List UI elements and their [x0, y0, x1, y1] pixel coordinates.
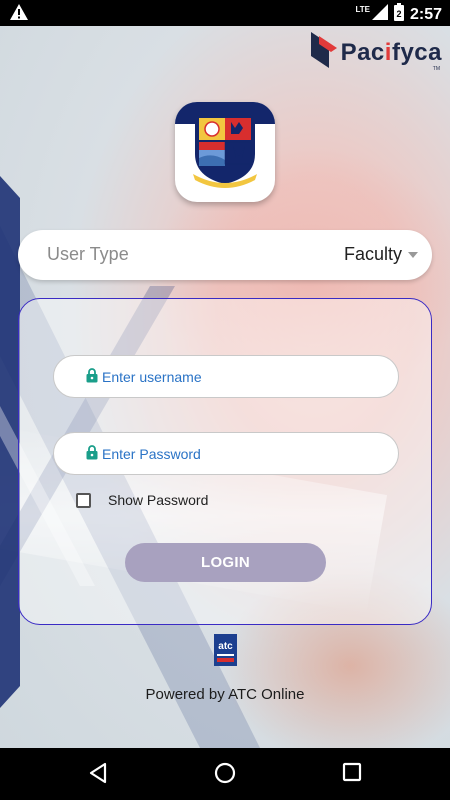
battery-icon: 2 — [393, 3, 404, 26]
atc-logo-text: atc — [218, 641, 233, 652]
lock-icon — [86, 445, 98, 465]
username-input[interactable] — [102, 365, 382, 389]
chevron-down-icon — [408, 251, 418, 258]
user-type-dropdown[interactable]: User Type Faculty — [18, 230, 432, 280]
clock: 2:57 — [409, 5, 442, 23]
show-password-checkbox[interactable] — [76, 492, 91, 508]
network-type-label: LTE — [355, 5, 370, 14]
trademark-mark: TM — [432, 66, 440, 72]
home-icon[interactable] — [214, 762, 236, 789]
user-type-selected-value: Faculty — [343, 244, 402, 264]
warning-icon — [10, 4, 28, 25]
login-button[interactable]: LOGIN — [125, 543, 326, 582]
back-icon[interactable] — [88, 762, 108, 789]
atc-logo: atc — [214, 634, 237, 666]
password-field[interactable] — [53, 432, 399, 475]
signal-icon — [371, 4, 388, 25]
battery-level-label: 2 — [396, 9, 401, 19]
show-password-label: Show Password — [108, 492, 209, 508]
username-field[interactable] — [53, 355, 399, 398]
recents-icon[interactable] — [342, 762, 362, 787]
user-type-label: User Type — [47, 244, 129, 264]
android-navigation-bar — [0, 748, 450, 800]
pacifyca-logo: Pacifyca TM — [309, 30, 442, 75]
show-password-toggle[interactable]: Show Password — [76, 492, 208, 508]
password-input[interactable] — [102, 442, 382, 466]
school-crest-logo — [175, 102, 275, 202]
brand-suffix: fyca — [391, 38, 442, 66]
status-bar: LTE 2 2:57 — [0, 0, 450, 26]
lock-icon — [86, 368, 98, 388]
brand-highlight: i — [384, 38, 392, 66]
pacifyca-emblem-icon — [309, 30, 339, 75]
user-type-select[interactable]: Faculty — [344, 244, 418, 265]
powered-by-text: Powered by ATC Online — [145, 686, 305, 703]
brand-prefix: Pac — [340, 38, 385, 66]
